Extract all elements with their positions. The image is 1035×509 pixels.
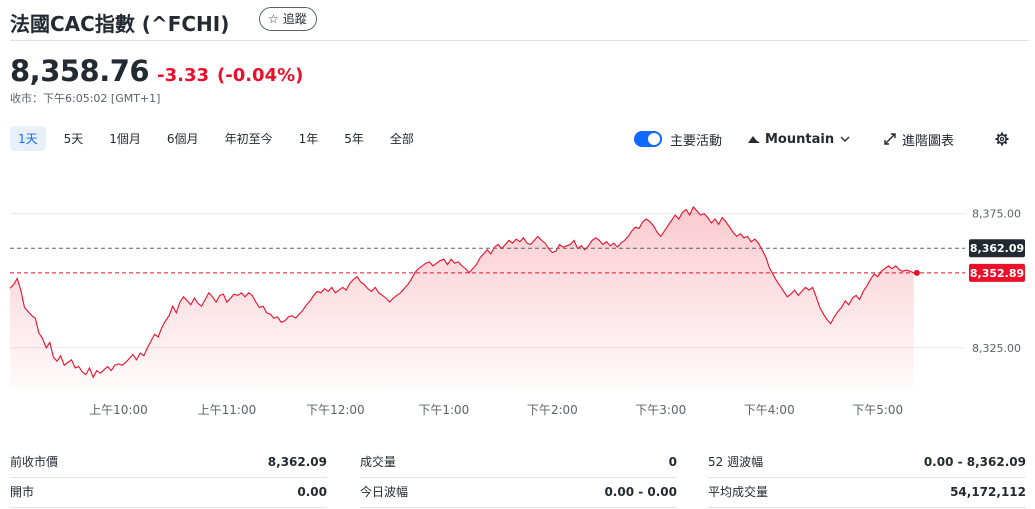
y-tick-label: 8,325.00 <box>972 342 1021 355</box>
range-tab-1d[interactable]: 1天 <box>10 126 46 151</box>
stats-row: 前收市價 8,362.09 成交量 0 52 週波幅 0.00 - 8,362.… <box>10 447 1027 478</box>
range-tab-1y[interactable]: 1年 <box>291 126 327 151</box>
stat-value: 54,172,112 <box>950 485 1026 499</box>
current-price: 8,358.76 <box>10 54 150 88</box>
stat-label: 52 週波幅 <box>708 455 764 469</box>
stats-row: 開市 0.00 今日波幅 0.00 - 0.00 平均成交量 54,172,11… <box>10 477 1027 508</box>
price-chart[interactable]: 上午10:00 上午11:00 下午12:00 下午1:00 下午2:00 下午3:00 下… <box>0 160 1035 430</box>
range-tab-all[interactable]: 全部 <box>382 126 422 151</box>
range-tab-1m[interactable]: 1個月 <box>101 126 149 151</box>
key-events-toggle[interactable] <box>634 131 662 147</box>
follow-button[interactable]: ☆ 追蹤 <box>259 7 317 31</box>
range-tabs: 1天 5天 1個月 6個月 年初至今 1年 5年 全部 <box>10 126 432 151</box>
key-events-control[interactable]: 主要活動 <box>634 128 722 150</box>
mountain-icon <box>748 136 760 143</box>
stat-label: 平均成交量 <box>708 485 769 499</box>
range-tab-ytd[interactable]: 年初至今 <box>217 126 281 151</box>
range-tab-5y[interactable]: 5年 <box>336 126 372 151</box>
stat-avg-volume: 平均成交量 54,172,112 <box>708 477 1026 508</box>
stat-day-range: 今日波幅 0.00 - 0.00 <box>360 477 677 508</box>
stat-label: 今日波幅 <box>360 485 409 499</box>
x-tick-label: 下午3:00 <box>635 403 686 417</box>
last-price-dot <box>913 269 920 276</box>
last-price-badge: 8,352.89 <box>970 267 1024 280</box>
expand-icon <box>884 133 896 145</box>
stat-value: 0 <box>668 455 677 469</box>
price-change-percent: (-0.04%) <box>217 65 304 86</box>
price-change: -3.33 <box>157 65 209 86</box>
stat-volume: 成交量 0 <box>360 447 677 478</box>
quote-header: 法國CAC指數 (^FCHI) ☆ 追蹤 <box>10 4 1029 41</box>
page-title: 法國CAC指數 (^FCHI) <box>10 12 230 36</box>
star-icon: ☆ <box>268 12 279 26</box>
x-tick-label: 下午4:00 <box>744 403 795 417</box>
x-tick-label: 下午5:00 <box>852 403 903 417</box>
chart-type-label: Mountain <box>765 131 835 147</box>
stat-label: 前收市價 <box>10 455 59 469</box>
market-time: 收市：下午6:05:02 [GMT+1] <box>10 92 161 105</box>
range-tab-5d[interactable]: 5天 <box>56 126 92 151</box>
x-tick-label: 下午2:00 <box>527 403 578 417</box>
gear-icon <box>995 132 1009 146</box>
y-tick-label: 8,375.00 <box>972 208 1021 221</box>
range-tab-6m[interactable]: 6個月 <box>159 126 207 151</box>
advanced-chart-button[interactable]: 進階圖表 <box>884 128 954 150</box>
price-row: 8,358.76 -3.33 (-0.04%) <box>10 54 303 88</box>
key-events-label: 主要活動 <box>670 133 723 149</box>
prev-close-badge: 8,362.09 <box>970 242 1024 255</box>
advanced-chart-label: 進階圖表 <box>902 133 955 149</box>
stat-prev-close: 前收市價 8,362.09 <box>10 447 327 478</box>
stat-open: 開市 0.00 <box>10 477 327 508</box>
stat-value: 0.00 - 8,362.09 <box>923 455 1026 469</box>
x-tick-label: 上午10:00 <box>89 403 148 417</box>
stat-52wk-range: 52 週波幅 0.00 - 8,362.09 <box>708 447 1026 478</box>
toggle-knob <box>648 133 660 145</box>
stat-value: 8,362.09 <box>267 455 327 469</box>
chart-settings-button[interactable] <box>995 128 1009 150</box>
stat-label: 開市 <box>10 485 35 499</box>
chevron-down-icon <box>840 136 850 142</box>
price-area <box>10 206 914 388</box>
stat-value: 0.00 <box>297 485 327 499</box>
stat-value: 0.00 - 0.00 <box>604 485 677 499</box>
x-tick-label: 下午1:00 <box>418 403 469 417</box>
x-tick-label: 下午12:00 <box>306 403 365 417</box>
follow-label: 追蹤 <box>282 12 307 26</box>
chart-type-select[interactable]: Mountain <box>748 128 850 150</box>
stat-label: 成交量 <box>360 455 397 469</box>
x-tick-label: 上午11:00 <box>198 403 257 417</box>
